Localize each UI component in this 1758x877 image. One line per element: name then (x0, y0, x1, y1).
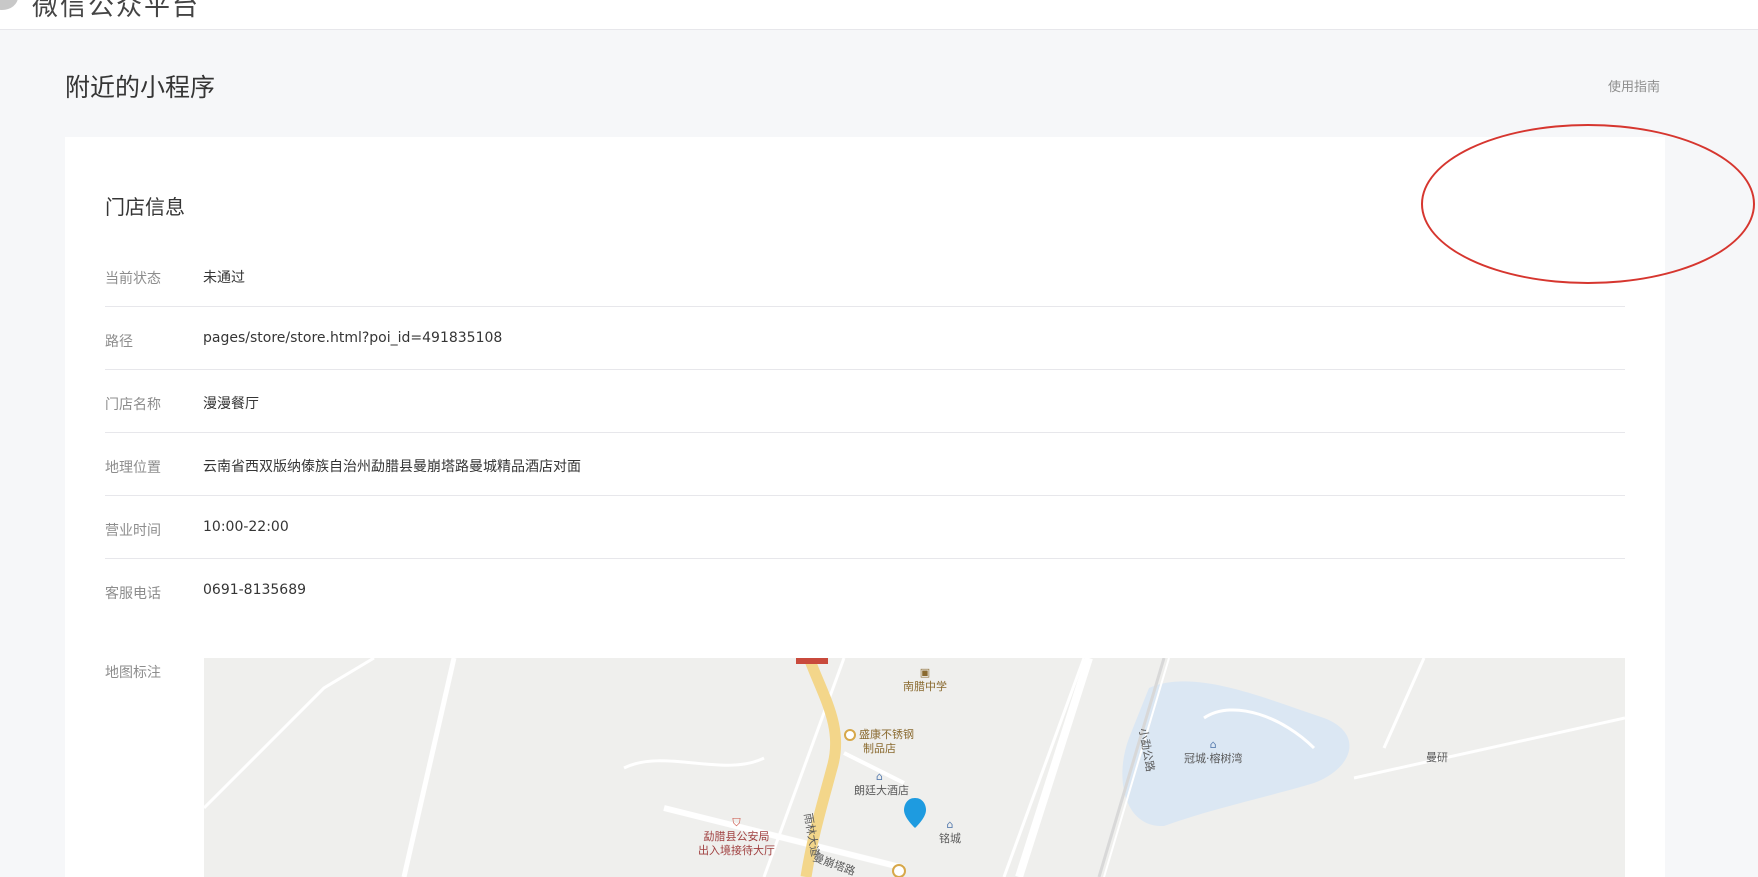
location-marker-icon[interactable] (904, 798, 926, 828)
info-row-hours: 营业时间 10:00-22:00 (105, 496, 1625, 559)
status-value: 未通过 (203, 270, 245, 286)
guide-link[interactable]: 使用指南 (1608, 76, 1660, 95)
road-sign-icon (796, 658, 828, 664)
poi-shop[interactable]: 盛康不锈钢 制品店 (844, 728, 914, 756)
location-label: 地理位置 (105, 460, 161, 476)
top-bar: 微信公众平台 (0, 0, 1758, 30)
info-row-phone: 客服电话 0691-8135689 (105, 559, 1625, 622)
minor-road (401, 658, 457, 877)
info-row-path: 路径 pages/store/store.html?poi_id=4918351… (105, 307, 1625, 370)
residence-icon: ⌂ (946, 818, 954, 831)
shop-icon (844, 729, 856, 741)
minor-road (204, 658, 375, 810)
hours-value: 10:00-22:00 (203, 519, 289, 535)
location-value: 云南省西双版纳傣族自治州勐腊县曼崩塔路曼城精品酒店对面 (203, 459, 581, 475)
store-info-card: 门店信息 当前状态 未通过 路径 pages/store/store.html?… (65, 137, 1665, 877)
info-row-location: 地理位置 云南省西双版纳傣族自治州勐腊县曼崩塔路曼城精品酒店对面 (105, 433, 1625, 496)
phone-label: 客服电话 (105, 586, 161, 602)
poi-guancheng[interactable]: ⌂ 冠城·榕树湾 (1184, 738, 1243, 766)
poi-manyan[interactable]: 曼研 (1426, 751, 1448, 765)
minor-road (623, 756, 765, 770)
residence-icon: ⌂ (1209, 738, 1217, 751)
hours-label: 营业时间 (105, 523, 161, 539)
info-row-status: 当前状态 未通过 (105, 244, 1625, 307)
red-annotation-ellipse (1421, 124, 1755, 284)
wechat-logo-icon[interactable] (0, 0, 18, 10)
info-list: 当前状态 未通过 路径 pages/store/store.html?poi_i… (105, 244, 1625, 622)
school-icon: ▣ (919, 666, 931, 679)
poi-school[interactable]: ▣ 南腊中学 (903, 666, 947, 694)
store-name-label: 门店名称 (105, 397, 161, 413)
poi-dot-icon (892, 864, 906, 877)
phone-value: 0691-8135689 (203, 582, 307, 598)
minor-road (1382, 658, 1426, 749)
highway (1015, 658, 1093, 877)
store-name-value: 漫漫餐厅 (203, 396, 259, 412)
path-label: 路径 (105, 334, 133, 350)
poi-police[interactable]: ⛉ 勐腊县公安局 出入境接待大厅 (698, 816, 775, 858)
minor-road (1002, 658, 1086, 877)
poi-mingcheng[interactable]: ⌂ 铭城 (939, 818, 961, 846)
police-icon: ⛉ (732, 816, 741, 829)
brand-name[interactable]: 微信公众平台 (32, 0, 200, 23)
store-map[interactable]: ▣ 南腊中学 盛康不锈钢 制品店 ⌂ 朗廷大酒店 ⛉ 勐腊县公安局 出入境接待大… (204, 658, 1625, 877)
poi-hotel[interactable]: ⌂ 朗廷大酒店 (854, 770, 909, 798)
hotel-icon: ⌂ (876, 770, 883, 783)
path-value: pages/store/store.html?poi_id=491835108 (203, 330, 503, 346)
section-title: 门店信息 (105, 195, 185, 219)
status-label: 当前状态 (105, 271, 161, 287)
map-label: 地图标注 (105, 665, 161, 681)
info-row-store-name: 门店名称 漫漫餐厅 (105, 370, 1625, 433)
page-title: 附近的小程序 (65, 73, 216, 102)
